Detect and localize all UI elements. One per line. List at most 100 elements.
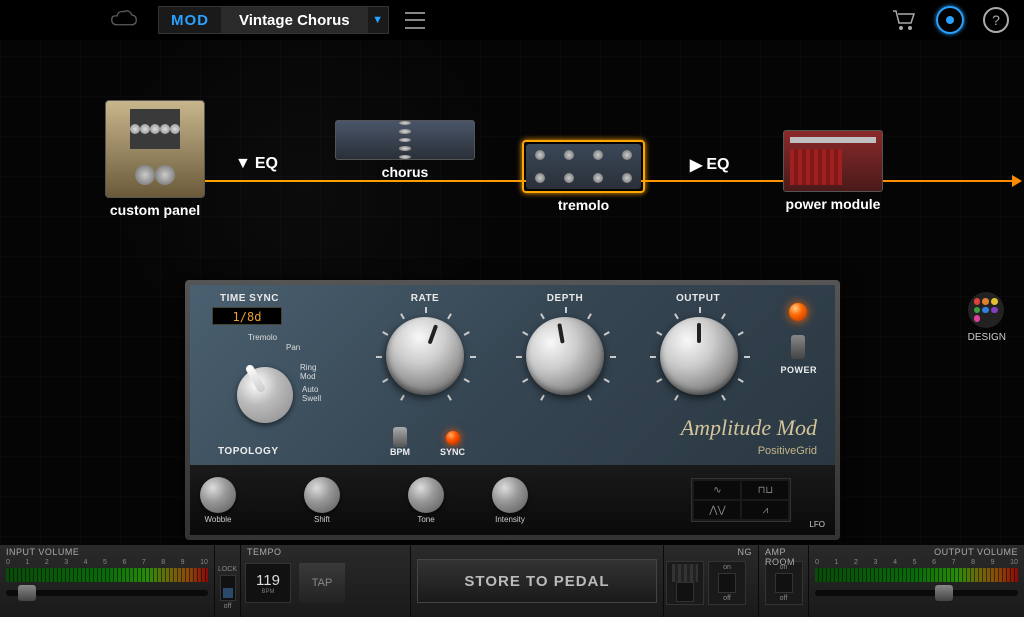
topology-option: Tremolo [248,333,277,342]
tap-button[interactable]: TAP [299,563,345,603]
tempo-section: TEMPO 119 BPM TAP [241,545,411,617]
output-label: OUTPUT [668,293,728,304]
settings-icon[interactable] [932,2,968,38]
bpm-switch-col[interactable]: BPM [390,427,410,457]
intensity-knob[interactable] [492,477,528,513]
knob-label: Tone [417,515,434,524]
lfo-label: LFO [809,520,825,529]
menu-icon[interactable] [399,6,431,34]
lock-section[interactable]: LOCK off [215,545,241,617]
chain-label: power module [783,196,883,212]
palette-icon [968,292,1004,328]
selected-highlight [522,140,645,193]
power-label: POWER [780,365,817,375]
chain-slot-eq1[interactable]: ▼ EQ [235,155,278,173]
topology-label: TOPOLOGY [218,446,279,457]
bottom-bar: INPUT VOLUME 012345678910 LOCK off TEMPO… [0,545,1024,617]
depth-label: DEPTH [535,293,595,304]
input-volume-label: INPUT VOLUME [0,545,214,559]
output-meter [815,568,1018,582]
bpm-switch[interactable] [393,427,407,447]
topology-control[interactable]: Tremolo Pan Ring Mod Auto Swell [202,335,332,455]
chevron-down-icon: ▼ [235,155,251,173]
amp-switch[interactable] [775,573,793,593]
cloud-icon[interactable] [110,9,138,31]
bpm-label: BPM [390,447,410,457]
lock-label: LOCK [218,566,237,573]
chain-slot-power-module[interactable]: power module [783,130,883,212]
knob-label: Wobble [205,515,232,524]
output-volume-slider[interactable] [815,590,1018,596]
ng-switch[interactable] [676,582,694,602]
chain-slot-tremolo[interactable]: tremolo [522,140,645,213]
sync-led-col[interactable]: SYNC [440,429,465,457]
preset-type-label: MOD [159,12,221,29]
input-volume-slider[interactable] [6,590,208,596]
time-sync-label: TIME SYNC [220,293,279,304]
eq-label: EQ [255,155,278,173]
preset-selector[interactable]: MOD Vintage Chorus ▼ [158,6,389,34]
power-led-icon [789,303,807,321]
amp-room-toggle[interactable]: on off [765,561,803,605]
effect-panel: TIME SYNC 1/8d Tremolo Pan Ring Mod Auto… [185,280,840,540]
tempo-label: TEMPO [241,545,410,559]
top-bar: MOD Vintage Chorus ▼ ? [0,0,1024,40]
ng-box[interactable] [666,561,704,605]
wave-square-icon[interactable]: ⊓⊔ [742,481,788,499]
chain-slot-chorus[interactable]: chorus [335,120,475,180]
chain-slot-custom-panel[interactable]: custom panel [105,100,205,218]
tempo-value: 119 [256,572,280,589]
bpm-sync-group: BPM SYNC [390,427,465,457]
wave-tri-icon[interactable]: ⋀⋁ [694,501,740,519]
wobble-knob-col[interactable]: Wobble [200,477,236,524]
time-sync-value[interactable]: 1/8d [212,307,282,325]
scale-row: 012345678910 [809,559,1024,566]
amp-room-section: AMP ROOM on off [759,545,809,617]
tempo-display[interactable]: 119 BPM [245,563,291,603]
sync-led-icon [446,431,460,445]
tremolo-thumb [526,144,641,189]
output-volume-section: OUTPUT VOLUME 012345678910 [809,545,1024,617]
wave-saw-icon[interactable]: ⩘ [742,501,788,519]
preset-name-label: Vintage Chorus [221,7,368,33]
eq-label: EQ [706,156,729,174]
help-icon[interactable]: ? [978,2,1014,38]
power-module-thumb [783,130,883,192]
power-switch[interactable] [791,335,805,359]
store-section: STORE TO PEDAL [411,545,664,617]
rate-label: RATE [400,293,450,304]
ng-toggle[interactable]: on off [708,561,746,605]
wobble-knob[interactable] [200,477,236,513]
output-knob[interactable] [660,317,738,395]
ng-switch2[interactable] [718,573,736,593]
panel-bottom-row: Wobble Shift Tone Intensity ∿ ⊓⊔ ⋀⋁ ⩘ LF… [190,465,835,535]
design-label: DESIGN [968,332,1006,343]
store-to-pedal-button[interactable]: STORE TO PEDAL [417,559,657,603]
knob-label: Shift [314,515,330,524]
custom-panel-thumb [105,100,205,198]
input-meter [6,568,208,582]
panel-face: TIME SYNC 1/8d Tremolo Pan Ring Mod Auto… [190,285,835,465]
slider-thumb[interactable] [18,585,36,601]
chain-slot-eq2[interactable]: ▶ EQ [690,155,729,175]
slider-thumb[interactable] [935,585,953,601]
shift-knob-col[interactable]: Shift [304,477,340,524]
ng-section: NG on off [664,545,759,617]
app-root: MOD Vintage Chorus ▼ ? custom panel ▼ EQ [0,0,1024,617]
panel-frame: TIME SYNC 1/8d Tremolo Pan Ring Mod Auto… [185,280,840,540]
knob-label: Intensity [495,515,525,524]
topology-knob[interactable] [237,367,293,423]
tone-knob-col[interactable]: Tone [408,477,444,524]
lock-switch[interactable] [220,575,236,601]
topology-option: Pan [286,343,300,352]
shift-knob[interactable] [304,477,340,513]
chain-label: tremolo [522,197,645,213]
cart-icon[interactable] [886,2,922,38]
dropdown-arrow-icon[interactable]: ▼ [368,14,388,26]
signal-chain: custom panel ▼ EQ chorus tremolo ▶ EQ [0,100,1024,220]
lfo-wave-selector[interactable]: ∿ ⊓⊔ ⋀⋁ ⩘ [691,478,791,522]
wave-sine-icon[interactable]: ∿ [694,481,740,499]
intensity-knob-col[interactable]: Intensity [492,477,528,524]
tone-knob[interactable] [408,477,444,513]
design-button[interactable]: DESIGN [968,292,1006,343]
